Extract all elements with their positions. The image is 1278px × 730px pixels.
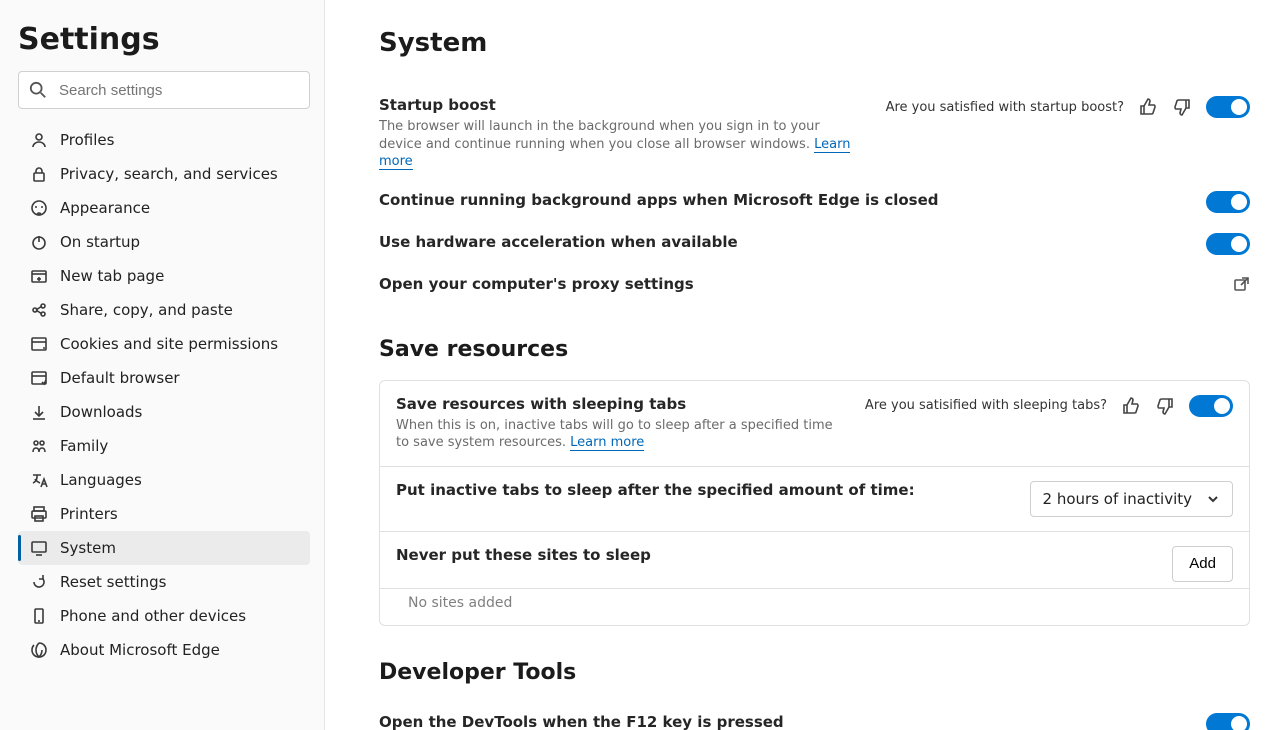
download-icon — [30, 403, 48, 421]
inactivity-title: Put inactive tabs to sleep after the spe… — [396, 481, 1006, 499]
sidebar-item-appearance[interactable]: Appearance — [18, 191, 310, 225]
sidebar-item-privacy-search-and-services[interactable]: Privacy, search, and services — [18, 157, 310, 191]
family-icon — [30, 437, 48, 455]
sidebar-item-label: System — [60, 539, 116, 557]
about-icon — [30, 641, 48, 659]
sidebar-item-label: About Microsoft Edge — [60, 641, 220, 659]
inactivity-select[interactable]: 2 hours of inactivity — [1030, 481, 1233, 517]
cookie-icon — [30, 335, 48, 353]
search-icon — [29, 81, 47, 99]
sidebar-item-label: Phone and other devices — [60, 607, 246, 625]
row-proxy: Open your computer's proxy settings — [379, 265, 1250, 303]
row-never-sleep: Never put these sites to sleep Add — [396, 546, 1233, 582]
sidebar-item-share-copy-and-paste[interactable]: Share, copy, and paste — [18, 293, 310, 327]
f12-toggle[interactable] — [1206, 713, 1250, 730]
sidebar-item-new-tab-page[interactable]: New tab page — [18, 259, 310, 293]
startup-feedback-q: Are you satisfied with startup boost? — [886, 100, 1124, 115]
bg-apps-toggle[interactable] — [1206, 191, 1250, 213]
startup-boost-title: Startup boost — [379, 96, 862, 114]
lang-icon — [30, 471, 48, 489]
row-startup-boost: Startup boost The browser will launch in… — [379, 86, 1250, 181]
row-bg-apps: Continue running background apps when Mi… — [379, 181, 1250, 223]
page-title: System — [379, 28, 1250, 58]
bg-apps-title: Continue running background apps when Mi… — [379, 191, 1182, 209]
hw-accel-title: Use hardware acceleration when available — [379, 233, 1182, 251]
sidebar-item-system[interactable]: System — [18, 531, 310, 565]
sidebar-item-label: Profiles — [60, 131, 114, 149]
row-inactivity: Put inactive tabs to sleep after the spe… — [396, 481, 1233, 517]
sidebar-item-label: Appearance — [60, 199, 150, 217]
startup-boost-toggle[interactable] — [1206, 96, 1250, 118]
thumbs-down-icon[interactable] — [1155, 396, 1175, 416]
newtab-icon — [30, 267, 48, 285]
paint-icon — [30, 199, 48, 217]
inactivity-value: 2 hours of inactivity — [1043, 490, 1192, 508]
thumbs-up-icon[interactable] — [1138, 97, 1158, 117]
sidebar-item-languages[interactable]: Languages — [18, 463, 310, 497]
sidebar-item-label: Cookies and site permissions — [60, 335, 278, 353]
sidebar-item-about-microsoft-edge[interactable]: About Microsoft Edge — [18, 633, 310, 667]
row-sleeping-tabs: Save resources with sleeping tabs When t… — [396, 395, 1233, 452]
sidebar-item-label: Default browser — [60, 369, 180, 387]
never-sleep-empty: No sites added — [392, 589, 1249, 625]
add-site-button[interactable]: Add — [1172, 546, 1233, 582]
thumbs-down-icon[interactable] — [1172, 97, 1192, 117]
search-box[interactable] — [18, 71, 310, 109]
sidebar-item-label: Privacy, search, and services — [60, 165, 278, 183]
settings-title: Settings — [18, 22, 310, 57]
share-icon — [30, 301, 48, 319]
sidebar-item-label: New tab page — [60, 267, 164, 285]
section-save-resources: Save resources — [379, 337, 1250, 362]
section-devtools: Developer Tools — [379, 660, 1250, 685]
printer-icon — [30, 505, 48, 523]
reset-icon — [30, 573, 48, 591]
f12-title: Open the DevTools when the F12 key is pr… — [379, 713, 1182, 730]
sidebar-item-downloads[interactable]: Downloads — [18, 395, 310, 429]
sidebar-item-family[interactable]: Family — [18, 429, 310, 463]
sidebar-item-on-startup[interactable]: On startup — [18, 225, 310, 259]
profile-icon — [30, 131, 48, 149]
sidebar-item-phone-and-other-devices[interactable]: Phone and other devices — [18, 599, 310, 633]
sidebar-item-label: Downloads — [60, 403, 142, 421]
startup-boost-desc: The browser will launch in the backgroun… — [379, 118, 862, 171]
sidebar-item-label: Family — [60, 437, 108, 455]
sidebar-item-label: Reset settings — [60, 573, 167, 591]
sleeping-tabs-toggle[interactable] — [1189, 395, 1233, 417]
sidebar-item-profiles[interactable]: Profiles — [18, 123, 310, 157]
sleeping-feedback-q: Are you satisified with sleeping tabs? — [865, 398, 1107, 413]
phone-icon — [30, 607, 48, 625]
lock-icon — [30, 165, 48, 183]
sidebar-item-default-browser[interactable]: Default browser — [18, 361, 310, 395]
sidebar-item-printers[interactable]: Printers — [18, 497, 310, 531]
sidebar-item-reset-settings[interactable]: Reset settings — [18, 565, 310, 599]
system-icon — [30, 539, 48, 557]
row-f12: Open the DevTools when the F12 key is pr… — [379, 703, 1250, 730]
hw-accel-toggle[interactable] — [1206, 233, 1250, 255]
never-sleep-title: Never put these sites to sleep — [396, 546, 1148, 564]
thumbs-up-icon[interactable] — [1121, 396, 1141, 416]
chevron-down-icon — [1206, 492, 1220, 506]
sidebar-item-label: Share, copy, and paste — [60, 301, 233, 319]
power-icon — [30, 233, 48, 251]
sidebar-item-label: On startup — [60, 233, 140, 251]
sidebar-item-cookies-and-site-permissions[interactable]: Cookies and site permissions — [18, 327, 310, 361]
external-link-icon[interactable] — [1232, 275, 1250, 293]
search-input[interactable] — [57, 81, 299, 100]
sidebar-item-label: Languages — [60, 471, 142, 489]
sidebar-item-label: Printers — [60, 505, 118, 523]
sleeping-tabs-desc: When this is on, inactive tabs will go t… — [396, 417, 841, 452]
sleeping-tabs-card: Save resources with sleeping tabs When t… — [379, 380, 1250, 626]
row-hw-accel: Use hardware acceleration when available — [379, 223, 1250, 265]
sleeping-tabs-title: Save resources with sleeping tabs — [396, 395, 841, 413]
proxy-title: Open your computer's proxy settings — [379, 275, 1208, 293]
sleeping-tabs-learn-more[interactable]: Learn more — [570, 435, 644, 451]
browser-icon — [30, 369, 48, 387]
